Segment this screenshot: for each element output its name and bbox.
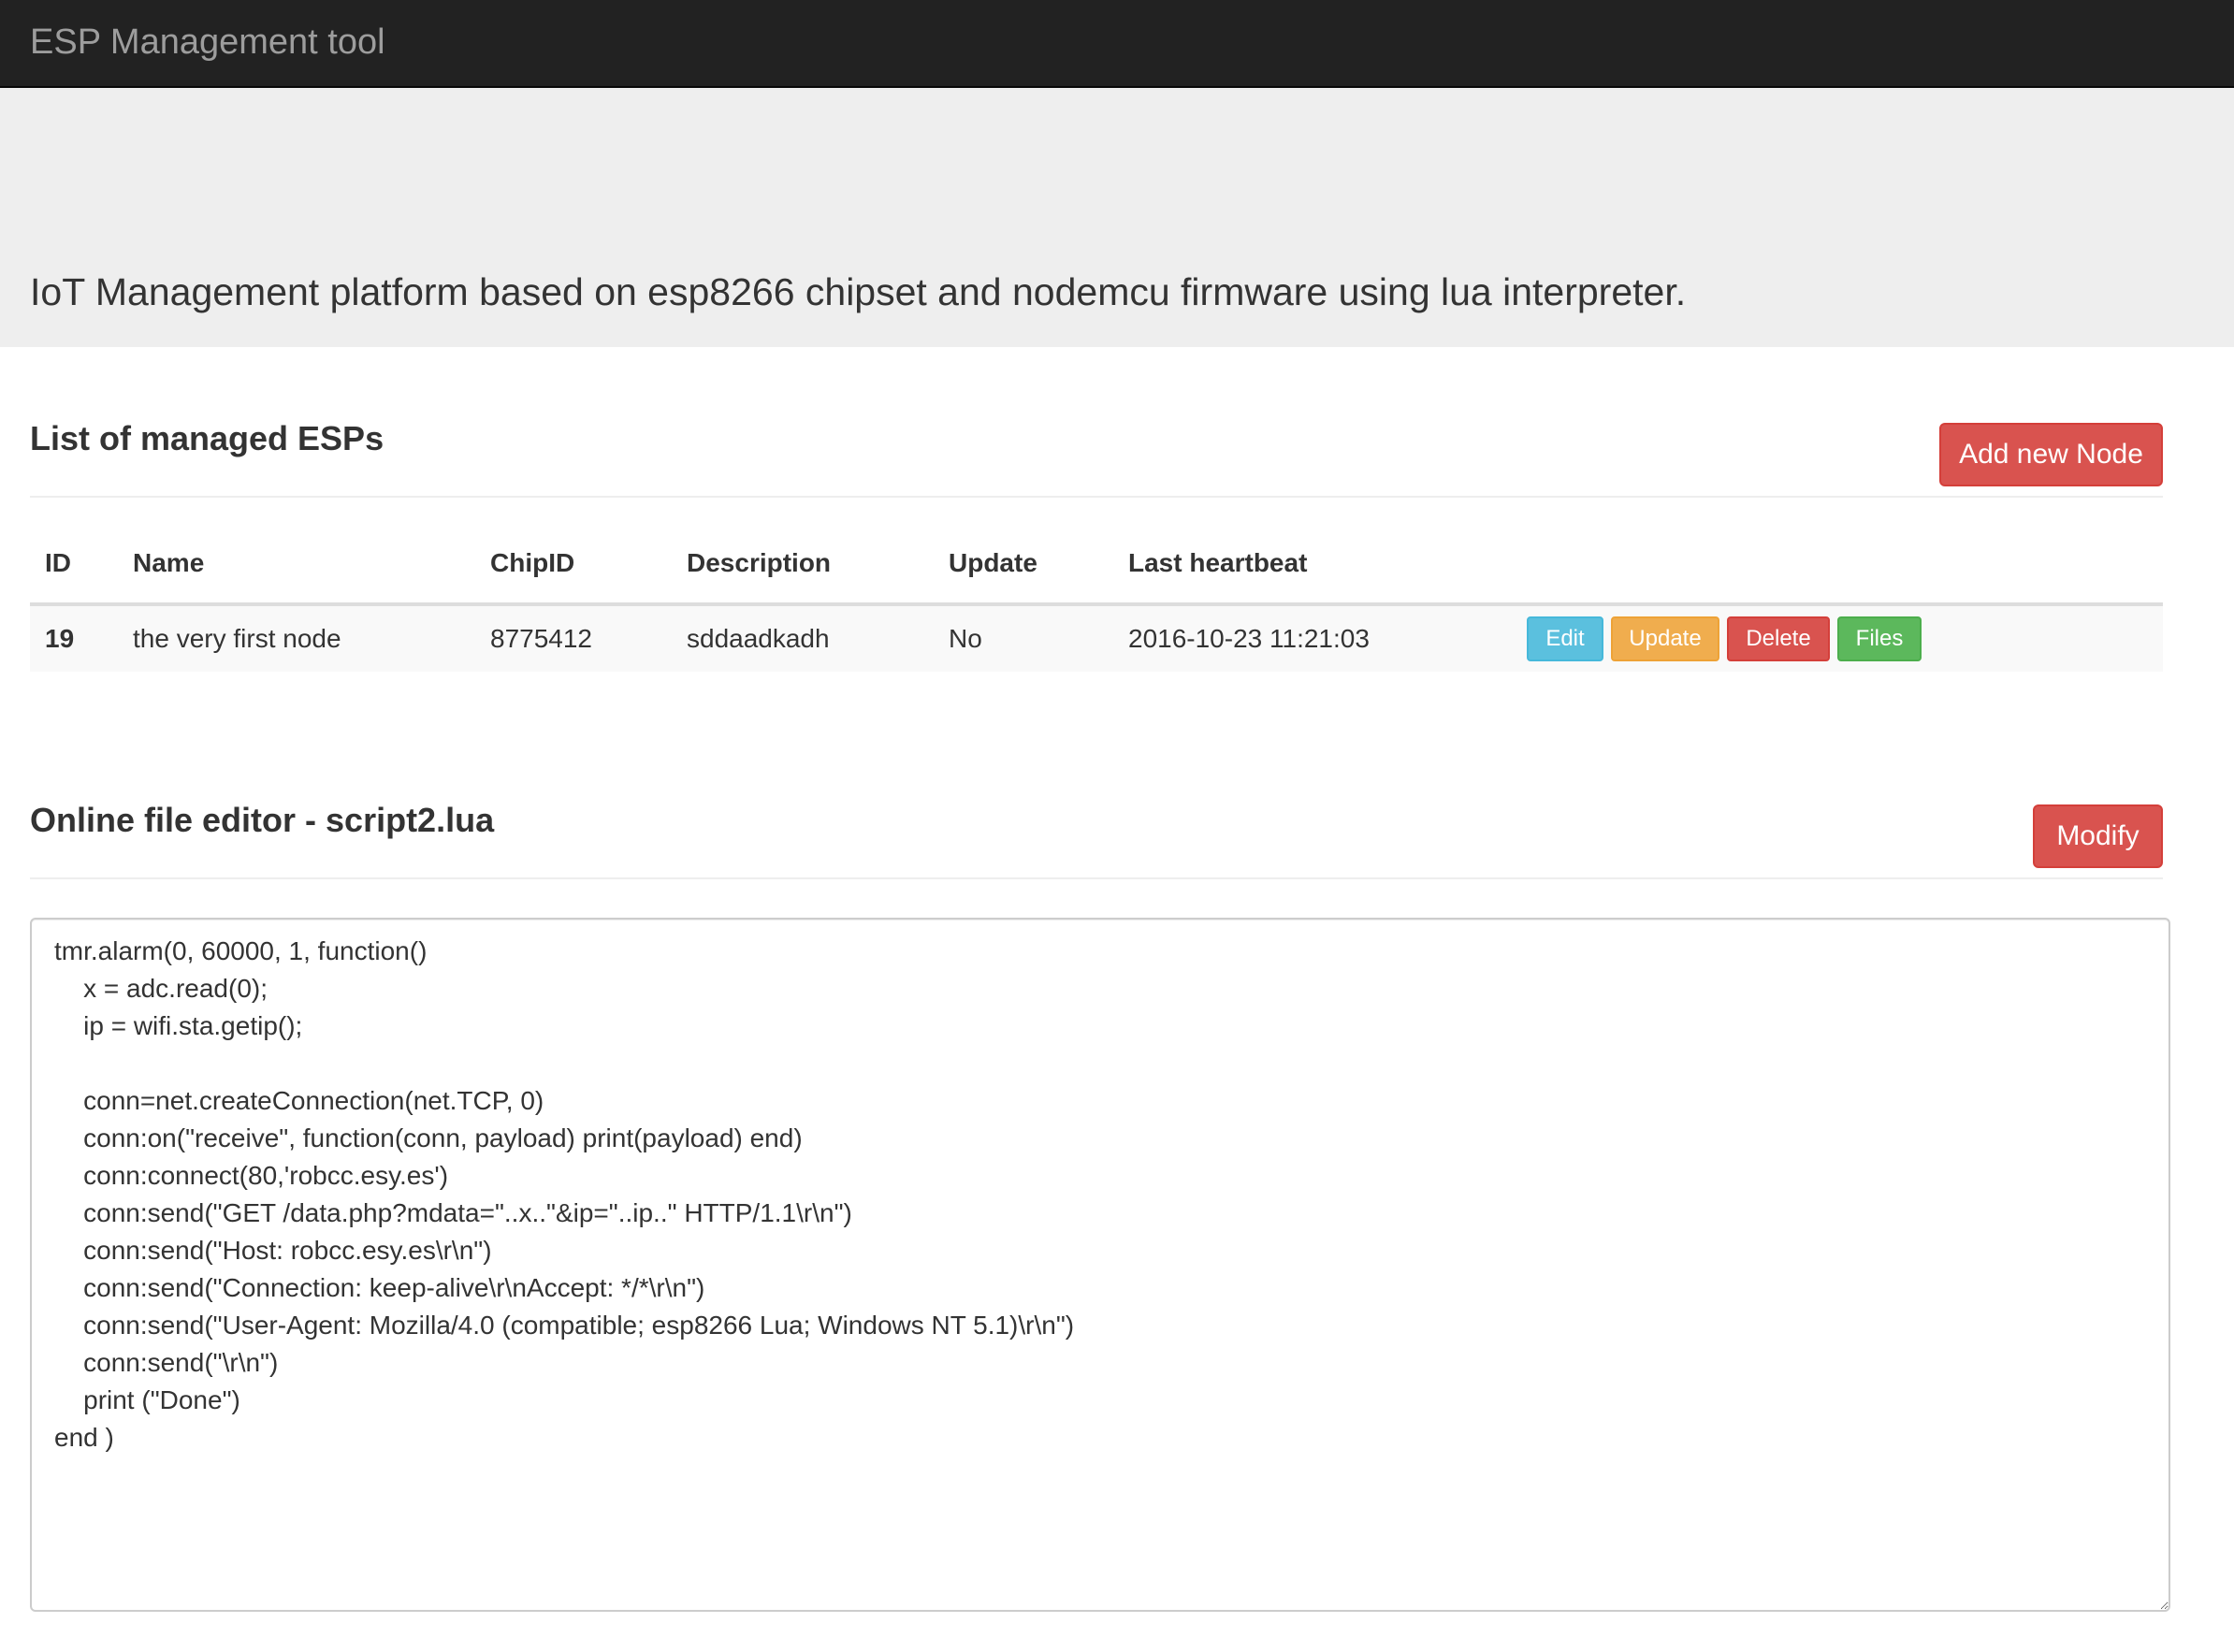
nodes-section-header: List of managed ESPs (30, 412, 2163, 498)
column-header-id: ID (30, 524, 118, 606)
jumbotron: IoT Management platform based on esp8266… (0, 88, 2234, 347)
cell-last-heartbeat: 2016-10-23 11:21:03 (1113, 604, 1527, 672)
navbar: ESP Management tool (0, 0, 2234, 88)
update-button[interactable]: Update (1611, 616, 1719, 661)
nodes-table: ID Name ChipID Description Update Last h… (30, 524, 2163, 672)
nodes-section-title: List of managed ESPs (30, 419, 384, 457)
column-header-name: Name (118, 524, 475, 606)
cell-description: sddaadkadh (672, 604, 934, 672)
column-header-last-heartbeat: Last heartbeat (1113, 524, 1527, 606)
cell-update: No (934, 604, 1113, 672)
file-editor-textarea[interactable]: tmr.alarm(0, 60000, 1, function() x = ad… (30, 918, 2170, 1612)
table-header-row: ID Name ChipID Description Update Last h… (30, 524, 2163, 606)
column-header-chipid: ChipID (475, 524, 672, 606)
add-new-node-button[interactable]: Add new Node (1939, 423, 2163, 486)
cell-id: 19 (30, 604, 118, 672)
navbar-brand[interactable]: ESP Management tool (30, 17, 385, 67)
jumbotron-lead: IoT Management platform based on esp8266… (30, 270, 1687, 313)
cell-name: the very first node (118, 604, 475, 672)
column-header-actions (1527, 524, 2163, 606)
files-button[interactable]: Files (1837, 616, 1922, 661)
editor-section-header: Online file editor - script2.lua (30, 793, 2163, 879)
delete-button[interactable]: Delete (1727, 616, 1830, 661)
cell-chipid: 8775412 (475, 604, 672, 672)
modify-button[interactable]: Modify (2033, 804, 2163, 868)
column-header-update: Update (934, 524, 1113, 606)
editor-section-title: Online file editor - script2.lua (30, 801, 495, 839)
column-header-description: Description (672, 524, 934, 606)
edit-button[interactable]: Edit (1527, 616, 1603, 661)
cell-actions: Edit Update Delete Files (1527, 604, 2163, 672)
table-row: 19 the very first node 8775412 sddaadkad… (30, 604, 2163, 672)
